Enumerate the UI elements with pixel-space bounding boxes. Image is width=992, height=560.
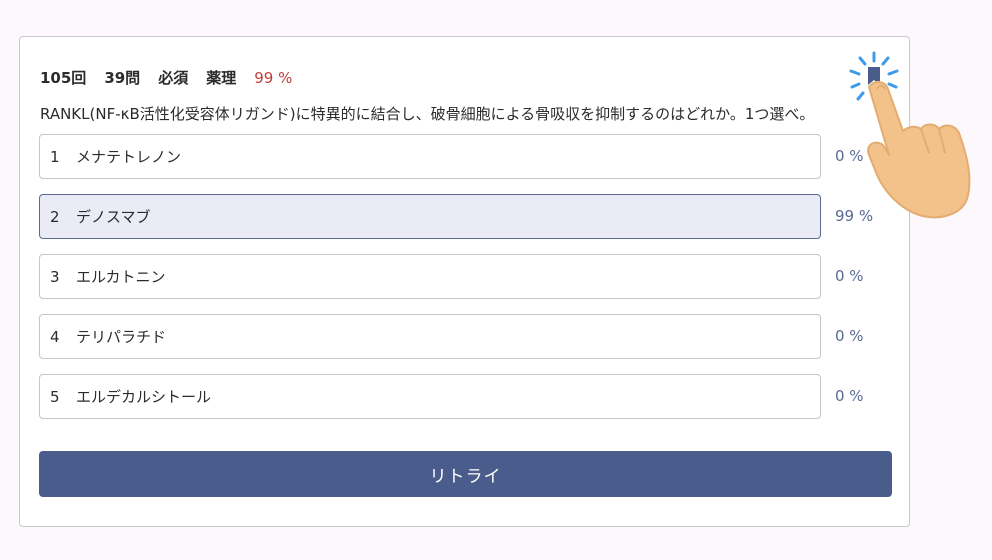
option-3-percent: 0 % <box>835 267 864 285</box>
option-number: 2 <box>50 207 60 226</box>
option-number: 3 <box>50 267 60 286</box>
option-2-percent: 99 % <box>835 207 874 225</box>
exam-number: 105回 <box>40 69 87 87</box>
option-number: 4 <box>50 327 60 346</box>
question-text: RANKL(NF-κB活性化受容体リガンド)に特異的に結合し、破骨細胞による骨吸… <box>40 105 815 123</box>
category-label: 必須 <box>158 69 189 87</box>
option-1-percent: 0 % <box>835 147 864 165</box>
option-5[interactable]: 5 エルデカルシトール <box>39 374 821 419</box>
option-label: テリパラチド <box>76 328 167 346</box>
option-4[interactable]: 4 テリパラチド <box>39 314 821 359</box>
question-header: 105回 39問 必須 薬理 99 % <box>40 67 310 88</box>
option-label: デノスマブ <box>76 208 151 226</box>
retry-button[interactable]: リトライ <box>39 451 892 497</box>
question-number: 39問 <box>104 69 141 87</box>
question-card: 105回 39問 必須 薬理 99 % RANKL(NF-κB活性化受容体リガンド)に特… <box>19 36 910 527</box>
option-label: エルカトニン <box>76 268 166 286</box>
option-5-percent: 0 % <box>835 387 864 405</box>
option-label: メナテトレノン <box>76 148 182 166</box>
option-2[interactable]: 2 デノスマブ <box>39 194 821 239</box>
option-3[interactable]: 3 エルカトニン <box>39 254 821 299</box>
option-4-percent: 0 % <box>835 327 864 345</box>
option-number: 1 <box>50 147 60 166</box>
option-label: エルデカルシトール <box>76 388 212 406</box>
correct-rate: 99 % <box>254 69 293 87</box>
bookmark-icon[interactable] <box>846 49 902 105</box>
option-1[interactable]: 1 メナテトレノン <box>39 134 821 179</box>
subject-label: 薬理 <box>206 69 237 87</box>
option-number: 5 <box>50 387 60 406</box>
